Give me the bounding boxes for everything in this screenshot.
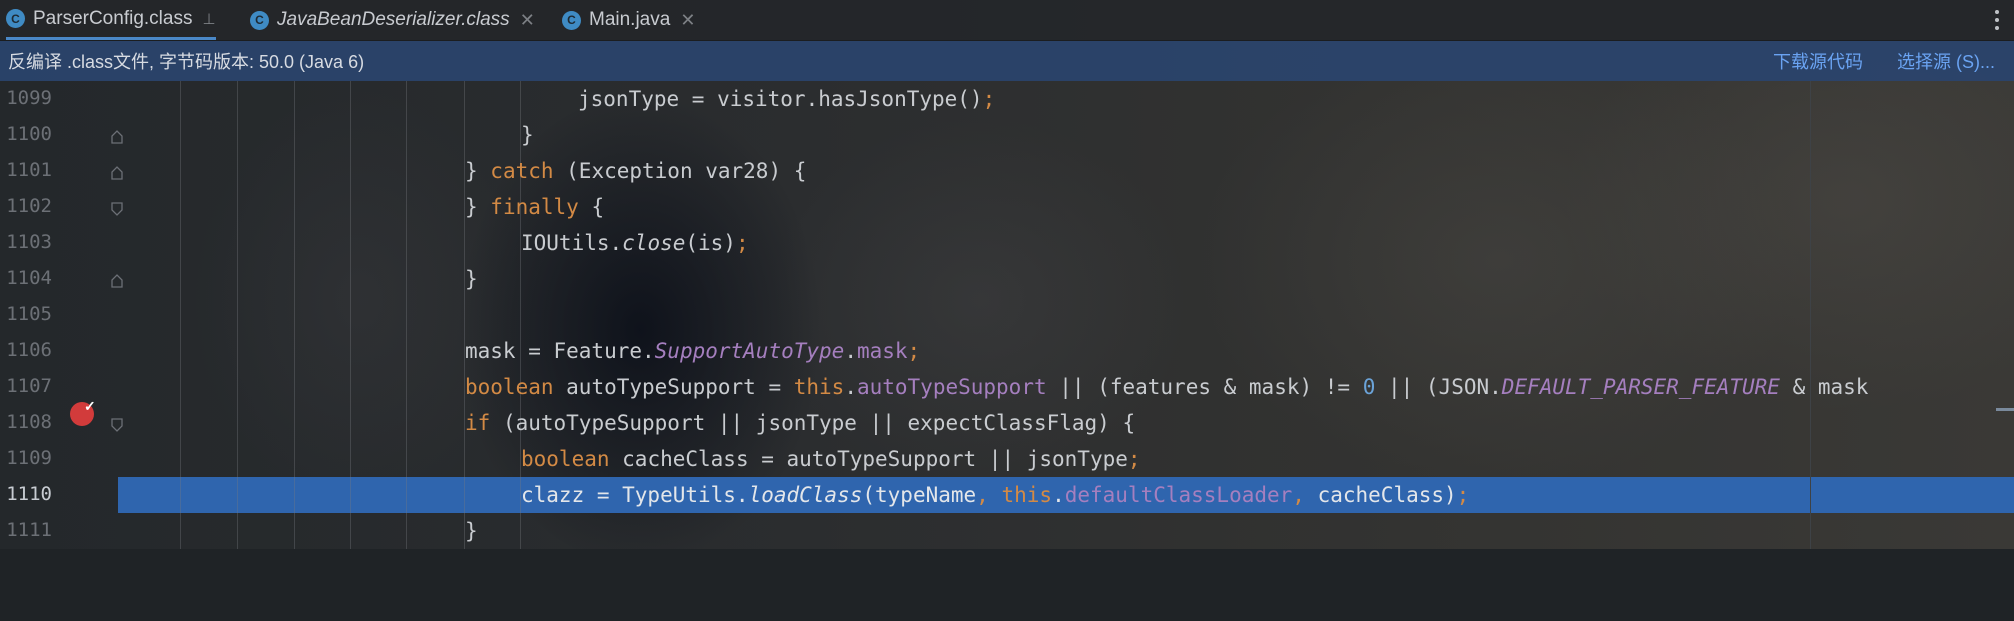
fold-end-icon[interactable] <box>111 166 123 180</box>
decompiled-message: 反编译 .class文件, 字节码版本: 50.0 (Java 6) <box>8 52 365 72</box>
code-line: } finally { <box>465 195 605 219</box>
line-number: 1103 <box>6 231 52 253</box>
tab-javabeandeserializer[interactable]: C JavaBeanDeserializer.class ✕ <box>250 0 535 40</box>
download-source-link[interactable]: 下载源代码 <box>1773 48 1863 74</box>
code-line: boolean cacheClass = autoTypeSupport || … <box>521 447 1141 471</box>
scrollbar-marker[interactable] <box>1996 408 2014 411</box>
code-line-current: clazz = TypeUtils.loadClass(typeName, th… <box>521 483 1470 507</box>
more-options-icon[interactable] <box>1990 0 2004 40</box>
code-line: boolean autoTypeSupport = this.autoTypeS… <box>465 375 1869 399</box>
code-line: } catch (Exception var28) { <box>465 159 807 183</box>
tab-main-java[interactable]: C Main.java ✕ <box>562 0 695 40</box>
line-number: 1100 <box>6 123 52 145</box>
right-margin-guide <box>1810 81 1811 549</box>
line-number-gutter[interactable]: 1099 1100 1101 1102 1103 1104 1105 1106 … <box>0 81 123 549</box>
fold-end-icon[interactable] <box>111 130 123 144</box>
class-c-icon: C <box>6 9 25 28</box>
code-line: IOUtils.close(is); <box>521 231 749 255</box>
line-number: 1108 <box>6 411 52 433</box>
choose-source-link[interactable]: 选择源 (S)... <box>1897 48 1995 74</box>
tab-label: JavaBeanDeserializer.class <box>277 9 510 30</box>
close-icon[interactable]: ✕ <box>680 10 695 31</box>
line-number-current: 1110 <box>6 483 52 505</box>
java-file-icon: C <box>562 10 581 30</box>
decompiled-notice-banner: 反编译 .class文件, 字节码版本: 50.0 (Java 6) 下载源代码… <box>0 41 2014 81</box>
line-number: 1099 <box>6 87 52 109</box>
code-line: } <box>521 123 534 147</box>
code-line: if (autoTypeSupport || jsonType || expec… <box>465 411 1136 435</box>
line-number: 1107 <box>6 375 52 397</box>
code-editor[interactable]: jsonType = visitor.hasJsonType(); } } ca… <box>0 81 2014 549</box>
breakpoint-check-icon: ✓ <box>84 398 96 414</box>
fold-start-icon[interactable] <box>111 418 123 432</box>
tab-label: Main.java <box>589 9 671 30</box>
line-number: 1104 <box>6 267 52 289</box>
code-line: jsonType = visitor.hasJsonType(); <box>578 87 996 111</box>
line-number: 1106 <box>6 339 52 361</box>
editor-tab-bar: C ParserConfig.class ⊥ C JavaBeanDeseria… <box>0 0 2014 41</box>
tab-label: ParserConfig.class <box>33 7 193 29</box>
close-icon[interactable]: ✕ <box>520 10 535 31</box>
line-number: 1111 <box>6 519 52 541</box>
code-line: } <box>465 519 478 543</box>
line-number: 1105 <box>6 303 52 325</box>
line-number: 1101 <box>6 159 52 181</box>
line-number: 1102 <box>6 195 52 217</box>
tab-parserconfig[interactable]: C ParserConfig.class ⊥ <box>6 0 216 40</box>
fold-start-icon[interactable] <box>111 202 123 216</box>
code-line: mask = Feature.SupportAutoType.mask; <box>465 339 921 363</box>
line-number: 1109 <box>6 447 52 469</box>
class-c-icon: C <box>250 10 269 30</box>
pin-icon[interactable]: ⊥ <box>202 10 215 28</box>
fold-end-icon[interactable] <box>111 274 123 288</box>
code-line: } <box>465 267 478 291</box>
